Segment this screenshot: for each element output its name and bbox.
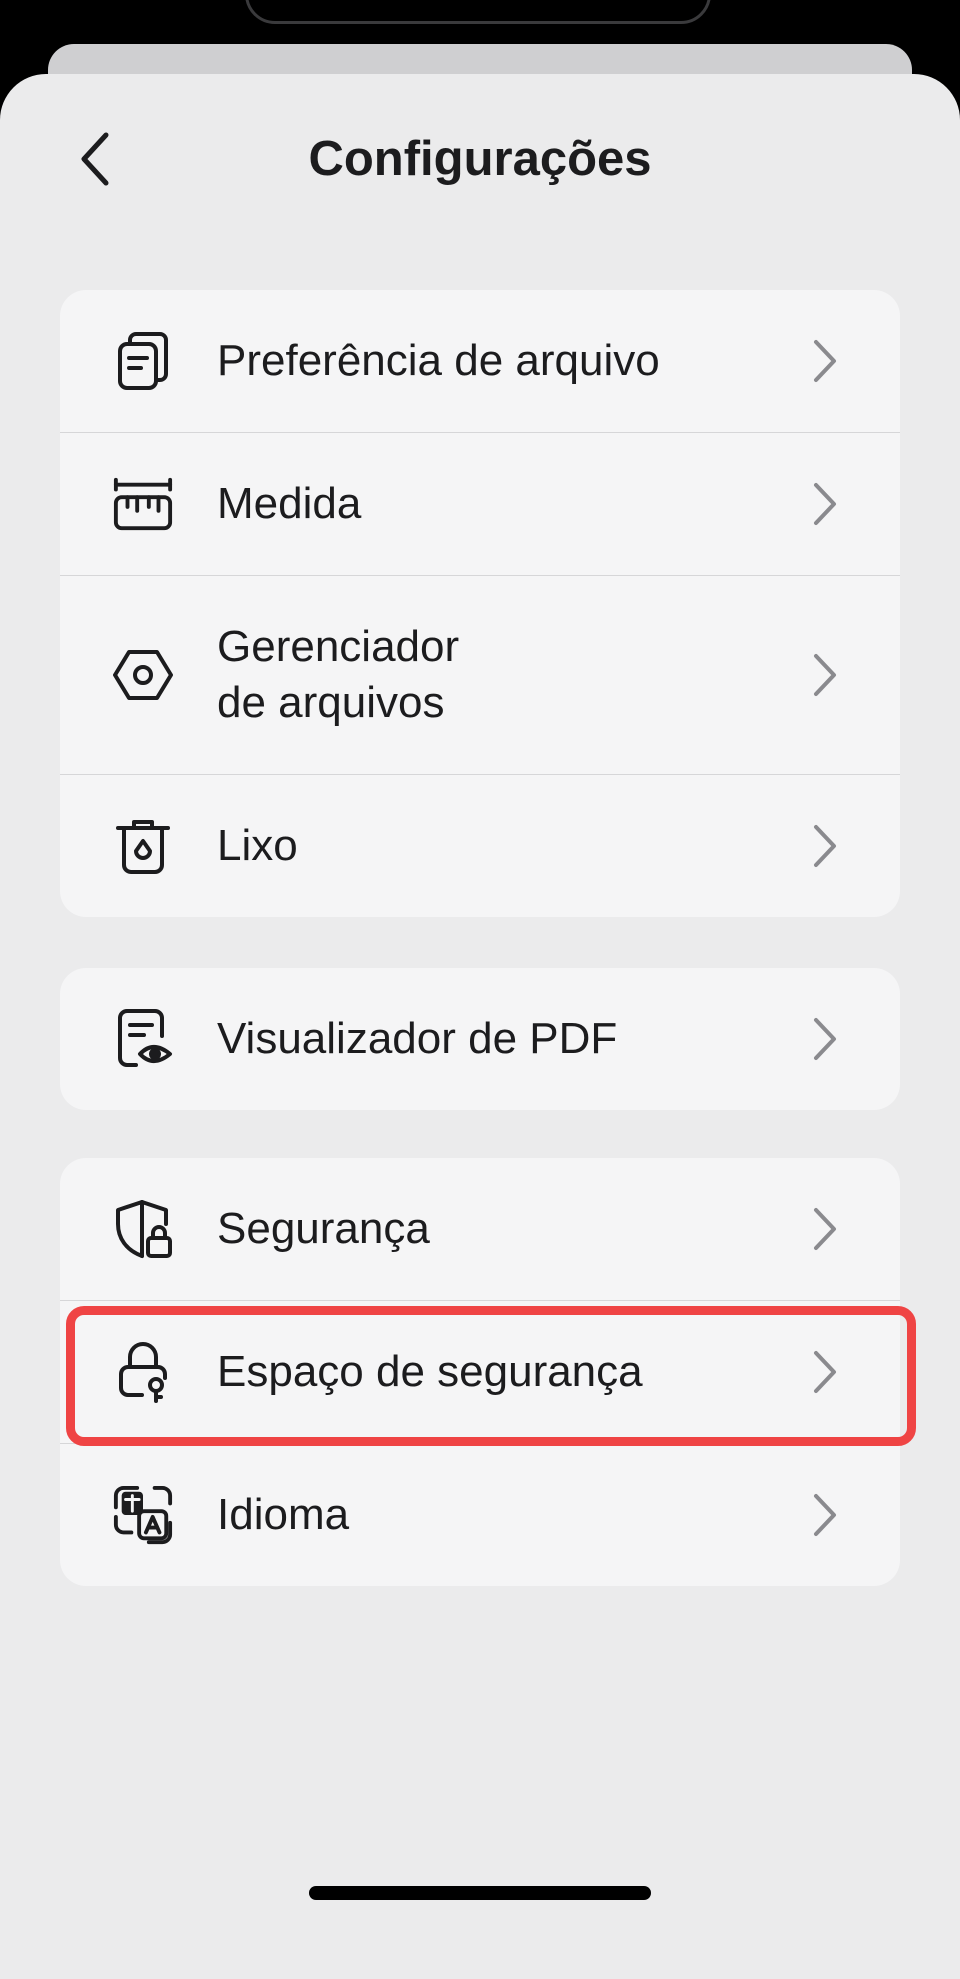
chevron-right-icon bbox=[810, 1015, 840, 1063]
settings-item-language[interactable]: Idioma bbox=[60, 1443, 900, 1586]
document-eye-icon bbox=[112, 1008, 174, 1070]
settings-item-label: Preferência de arquivo bbox=[217, 336, 660, 385]
ruler-icon bbox=[112, 473, 174, 535]
dynamic-island bbox=[245, 0, 711, 24]
settings-group-security: Segurança Espaço de segurança Idioma bbox=[60, 1158, 900, 1586]
settings-item-label: Idioma bbox=[217, 1490, 350, 1539]
settings-item-label: Visualizador de PDF bbox=[217, 1014, 618, 1063]
chevron-right-icon bbox=[810, 480, 840, 528]
home-indicator bbox=[309, 1886, 651, 1900]
settings-item-label: Medida bbox=[217, 479, 362, 528]
shield-lock-icon bbox=[112, 1198, 174, 1260]
lock-key-icon bbox=[112, 1341, 174, 1403]
chevron-right-icon bbox=[810, 1348, 840, 1396]
settings-item-security[interactable]: Segurança bbox=[60, 1158, 900, 1300]
header: Configurações bbox=[0, 74, 960, 244]
file-stack-icon bbox=[112, 330, 174, 392]
settings-item-file-manager[interactable]: Gerenciador de arquivos bbox=[60, 575, 900, 774]
settings-group-files: Preferência de arquivo Medida Gerenciado… bbox=[60, 290, 900, 917]
chevron-right-icon bbox=[810, 822, 840, 870]
settings-sheet: Configurações Preferência de arquivo Med… bbox=[0, 74, 960, 1979]
hexagon-nut-icon bbox=[112, 644, 174, 706]
settings-item-label: Gerenciador de arquivos bbox=[217, 622, 460, 727]
settings-item-file-preference[interactable]: Preferência de arquivo bbox=[60, 290, 900, 432]
settings-item-measure[interactable]: Medida bbox=[60, 432, 900, 575]
chevron-right-icon bbox=[810, 651, 840, 699]
chevron-right-icon bbox=[810, 1205, 840, 1253]
settings-item-trash[interactable]: Lixo bbox=[60, 774, 900, 917]
settings-group-viewer: Visualizador de PDF bbox=[60, 968, 900, 1110]
settings-item-secure-space[interactable]: Espaço de segurança bbox=[60, 1300, 900, 1443]
trash-icon bbox=[112, 815, 174, 877]
chevron-right-icon bbox=[810, 1491, 840, 1539]
settings-item-label: Lixo bbox=[217, 821, 298, 870]
settings-item-label: Segurança bbox=[217, 1204, 430, 1253]
page-title: Configurações bbox=[308, 132, 652, 186]
settings-item-pdf-viewer[interactable]: Visualizador de PDF bbox=[60, 968, 900, 1110]
chevron-right-icon bbox=[810, 337, 840, 385]
settings-item-label: Espaço de segurança bbox=[217, 1347, 643, 1396]
translate-icon bbox=[112, 1484, 174, 1546]
